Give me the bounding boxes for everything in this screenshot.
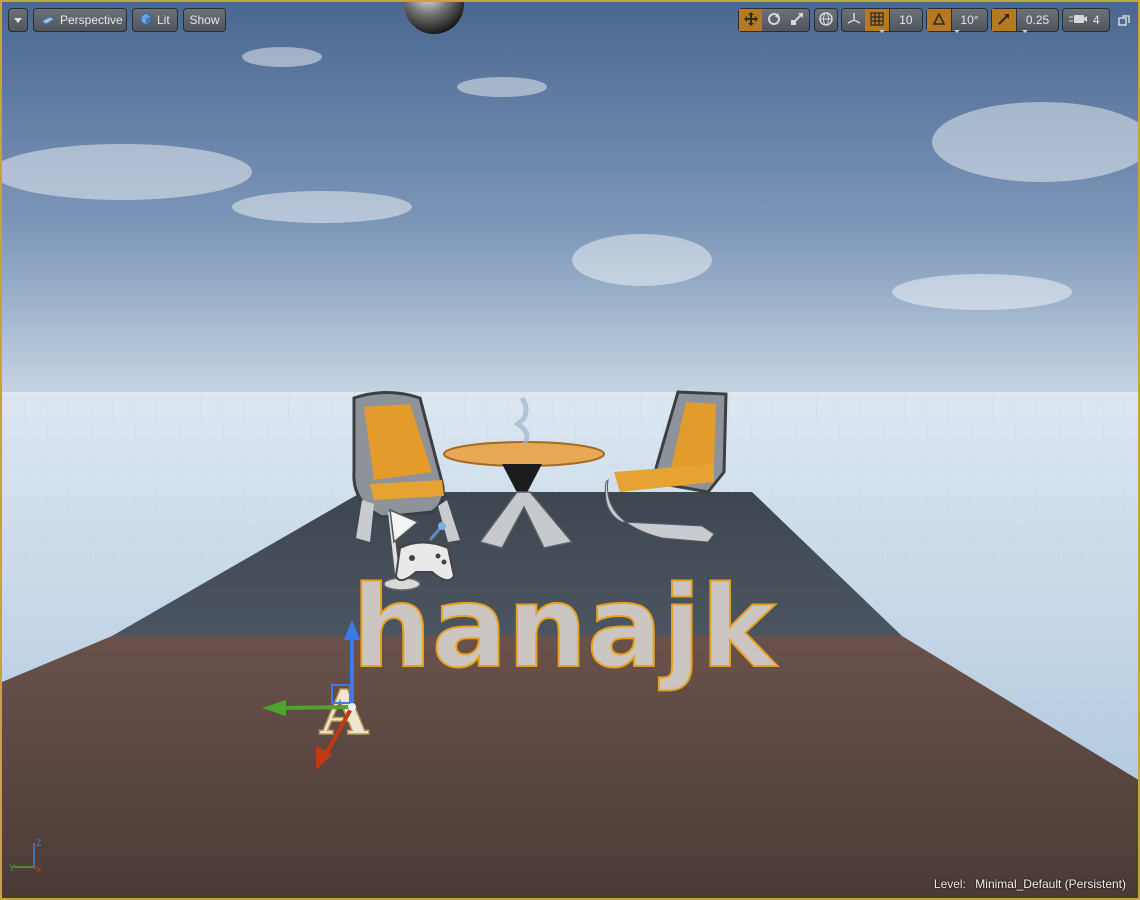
transform-tools-group [738, 8, 810, 32]
text-actor[interactable]: hanajk [351, 562, 779, 694]
surface-snap-icon [847, 12, 861, 29]
translate-icon [743, 11, 758, 29]
grid-snap-group: 10 [841, 8, 923, 33]
axis-indicator: Z X Y [6, 837, 46, 880]
maximize-button[interactable] [1118, 14, 1130, 26]
translate-tool-button[interactable] [739, 9, 763, 31]
rotation-snap-group: 10° [926, 8, 988, 33]
level-label: Level: [933, 877, 966, 891]
viewport[interactable]: hanajk A Perspective Lit Show 10 10° 0.2… [0, 0, 1140, 900]
scale-icon [790, 12, 804, 29]
maximize-icon [1118, 14, 1130, 32]
camera-speed-button[interactable]: 4 [1062, 8, 1110, 32]
level-name: Minimal_Default (Persistent) [975, 877, 1126, 891]
view-mode-button[interactable]: Perspective [33, 8, 127, 32]
rotation-snap-icon [932, 11, 946, 29]
world-icon [819, 11, 833, 29]
coordinate-system-button[interactable] [814, 8, 838, 32]
text-actor-small[interactable]: A [318, 675, 370, 750]
camera-speed-icon [1069, 13, 1087, 28]
perspective-cube-icon [41, 12, 56, 29]
scale-snap-value[interactable]: 0.25 [1016, 9, 1058, 33]
axis-y-label: Y [9, 863, 15, 873]
scene-render[interactable]: hanajk A [2, 2, 1140, 900]
grid-snap-toggle[interactable] [865, 9, 889, 31]
scale-snap-icon [997, 12, 1011, 29]
level-indicator: Level: Minimal_Default (Persistent) [934, 877, 1126, 891]
show-label: Show [189, 13, 220, 27]
rotate-icon [767, 12, 781, 29]
axis-x-label: X [36, 865, 42, 875]
grid-icon [870, 11, 884, 29]
grid-snap-label: 10 [899, 13, 913, 27]
scale-snap-label: 0.25 [1025, 13, 1050, 27]
surface-snap-button[interactable] [842, 9, 865, 31]
show-button[interactable]: Show [183, 8, 226, 32]
lighting-mode-label: Lit [157, 13, 170, 27]
camera-speed-label: 4 [1093, 13, 1100, 27]
scale-snap-group: 0.25 [991, 8, 1059, 33]
rotation-snap-label: 10° [960, 13, 979, 27]
chevron-down-icon [14, 17, 22, 23]
viewport-options-button[interactable] [8, 8, 28, 32]
lighting-mode-button[interactable]: Lit [132, 8, 178, 32]
grid-snap-value[interactable]: 10 [879, 9, 922, 33]
axis-z-label: Z [36, 838, 42, 848]
scale-tool-button[interactable] [786, 9, 809, 31]
lit-cube-icon [139, 11, 153, 29]
rotation-snap-value[interactable]: 10° [951, 9, 987, 33]
view-mode-label: Perspective [60, 13, 123, 27]
rotate-tool-button[interactable] [762, 9, 785, 31]
scale-snap-toggle[interactable] [992, 9, 1016, 31]
rotation-snap-toggle[interactable] [927, 9, 951, 31]
